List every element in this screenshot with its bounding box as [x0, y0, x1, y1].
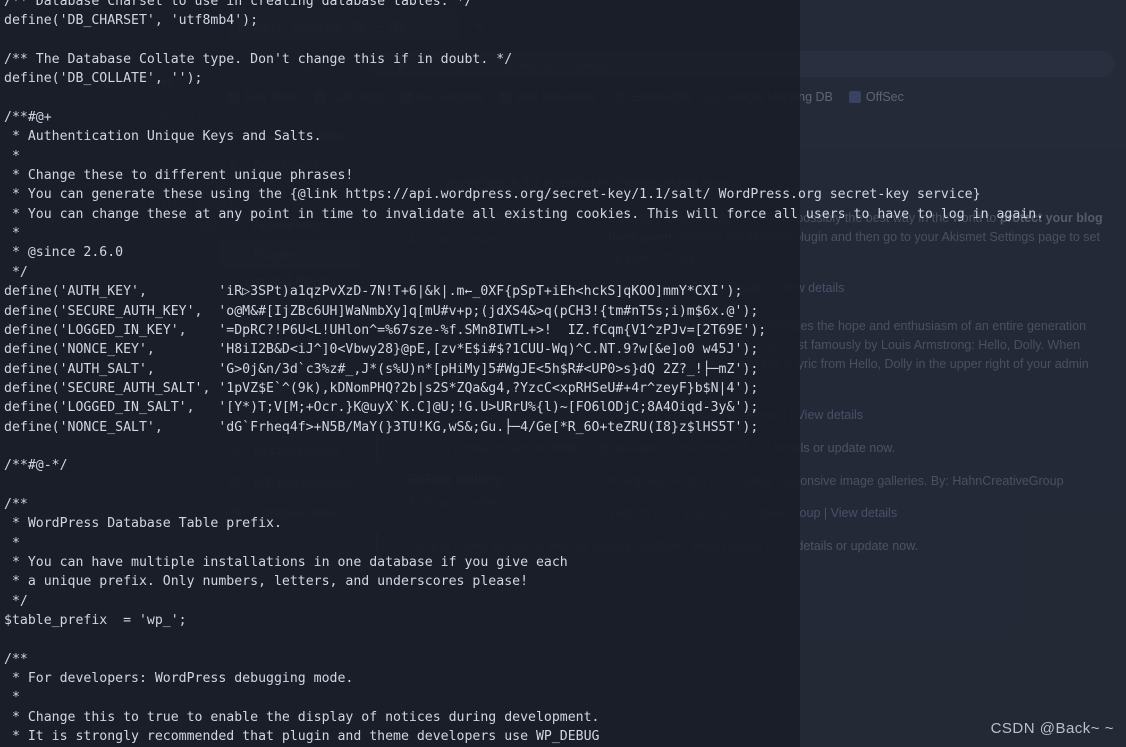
terminal-text-clipped: /** Database Charset to use in creating …: [4, 0, 800, 745]
terminal-window[interactable]: /** Database Charset to use in creating …: [0, 0, 800, 747]
screen: Plugins ‹ Example site — Wo ✕ + ← → ⟳ ⌂ …: [0, 0, 1126, 747]
